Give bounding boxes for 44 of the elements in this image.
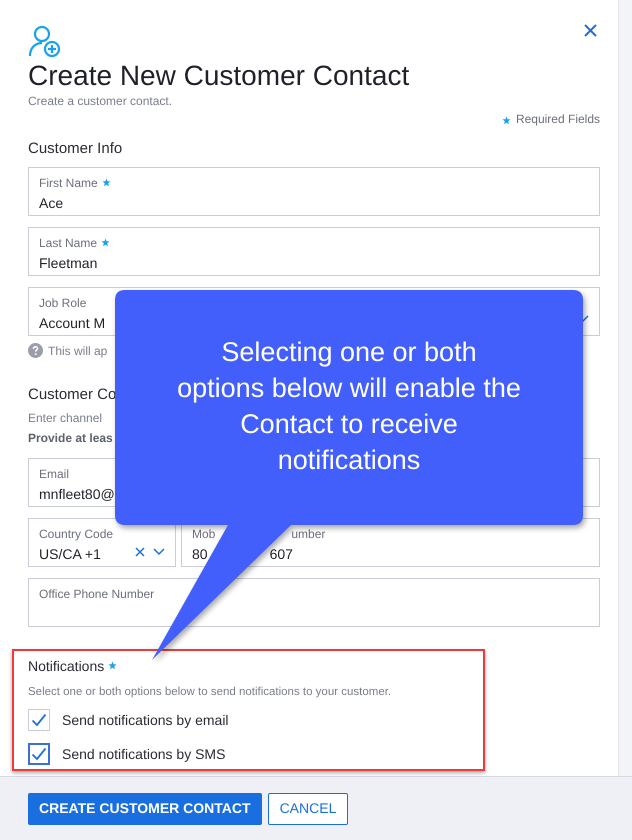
field-value: Fleetman [39, 254, 98, 272]
required-star-icon [101, 238, 110, 247]
text-field[interactable]: Last Name Fleetman [28, 226, 600, 276]
create-button[interactable]: CREATE CUSTOMER CONTACT [28, 792, 262, 824]
help-text: This will ap [48, 342, 108, 360]
field-label: Country Code [39, 526, 114, 543]
required-star-icon [102, 178, 111, 187]
field-label: Email [39, 466, 70, 483]
field-label: Office Phone Number [39, 586, 154, 603]
text-field[interactable]: Office Phone Number [28, 578, 600, 627]
add-user-icon [28, 24, 62, 58]
cancel-button[interactable]: CANCEL [268, 792, 348, 824]
text-field[interactable]: First Name Ace [28, 166, 600, 216]
section-heading: Customer Co [28, 384, 116, 404]
clear-icon[interactable] [135, 547, 145, 557]
required-star-icon [108, 661, 118, 670]
checkmark-icon [31, 713, 47, 728]
section-hint: Provide at leas [28, 430, 113, 447]
checkbox-label: Send notifications by SMS [62, 744, 226, 764]
field-label: First Name [39, 174, 98, 192]
dialog-subtitle: Create a customer contact. [28, 93, 174, 110]
checkbox[interactable] [28, 743, 50, 766]
section-heading: Customer Info [28, 139, 122, 159]
close-icon [584, 24, 596, 36]
field-label: Last Name [39, 234, 98, 252]
dialog-title: Create New Customer Contact [28, 60, 410, 92]
field-label: Job Role [39, 294, 86, 312]
section-heading: Notifications [28, 656, 104, 676]
help-icon [28, 343, 43, 358]
section-hint: Enter channel [28, 410, 102, 427]
required-fields-note: Required Fields [516, 111, 600, 128]
section-hint: Select one or both options below to send notifications to your customer. [28, 685, 392, 700]
chevron-down-icon [153, 548, 165, 556]
field-value: 80 [192, 545, 208, 564]
field-value: mnfleet80@ [39, 485, 115, 504]
checkmark-icon [31, 747, 47, 762]
field-label: umber [291, 526, 326, 543]
field-value: Ace [39, 194, 64, 212]
field-value: US/CA +1 [39, 545, 101, 564]
field-label: Mob [192, 526, 216, 543]
field-value: Account M [39, 314, 106, 332]
field-value: 607 [270, 545, 293, 564]
required-star-icon [502, 116, 511, 125]
checkbox-label: Send notifications by email [62, 710, 229, 730]
